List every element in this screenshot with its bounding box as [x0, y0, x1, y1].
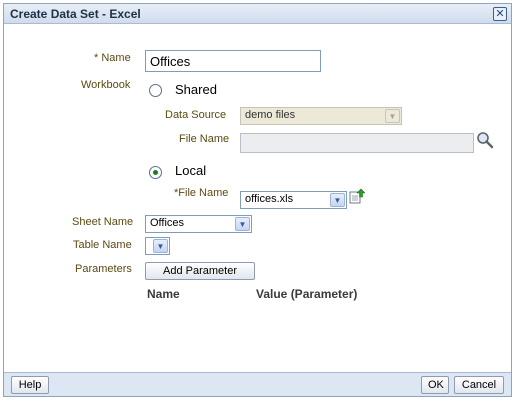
- sheet-name-select[interactable]: Offices ▼: [145, 215, 252, 233]
- shared-radio-label: Shared: [175, 82, 217, 97]
- local-file-name-value: offices.xls: [245, 193, 294, 205]
- dialog-title: Create Data Set - Excel: [10, 7, 141, 21]
- required-mark: *: [94, 52, 99, 64]
- sheet-name-value: Offices: [150, 217, 185, 229]
- name-input[interactable]: [145, 50, 321, 72]
- help-button[interactable]: Help: [11, 376, 49, 394]
- chevron-down-icon: ▼: [153, 239, 168, 253]
- shared-file-name-input: [240, 133, 474, 153]
- data-source-select[interactable]: demo files ▼: [240, 107, 402, 125]
- local-radio[interactable]: [149, 166, 162, 179]
- chevron-down-icon: ▼: [385, 109, 400, 123]
- magnifier-icon[interactable]: [476, 131, 494, 149]
- parameters-column-value: Value (Parameter): [256, 287, 358, 301]
- workbook-label: Workbook: [81, 79, 131, 91]
- upload-icon[interactable]: [349, 188, 366, 204]
- shared-file-name-label: File Name: [179, 133, 230, 145]
- shared-radio[interactable]: [149, 84, 162, 97]
- name-label-text: Name: [101, 52, 131, 64]
- close-icon[interactable]: ✕: [493, 7, 507, 21]
- chevron-down-icon: ▼: [330, 193, 345, 207]
- data-source-label: Data Source: [165, 109, 227, 121]
- chevron-down-icon: ▼: [235, 217, 250, 231]
- parameters-label: Parameters: [75, 263, 132, 275]
- dialog-footer: Help OK Cancel: [4, 372, 511, 396]
- table-name-label: Table Name: [73, 239, 132, 251]
- add-parameter-button[interactable]: Add Parameter: [145, 262, 255, 280]
- data-source-value: demo files: [245, 109, 296, 121]
- local-file-name-label-text: File Name: [178, 187, 229, 199]
- create-data-set-dialog: Create Data Set - Excel ✕ * Name Workboo…: [3, 3, 512, 397]
- local-file-name-select[interactable]: offices.xls ▼: [240, 191, 347, 209]
- cancel-button[interactable]: Cancel: [454, 376, 504, 394]
- local-file-name-label: *File Name: [174, 187, 228, 199]
- dialog-title-bar: Create Data Set - Excel ✕: [4, 4, 511, 24]
- local-radio-label: Local: [175, 163, 207, 178]
- sheet-name-label: Sheet Name: [72, 216, 134, 228]
- name-label: * Name: [94, 52, 131, 64]
- parameters-column-name: Name: [147, 287, 180, 301]
- table-name-select[interactable]: ▼: [145, 237, 170, 255]
- ok-button[interactable]: OK: [421, 376, 449, 394]
